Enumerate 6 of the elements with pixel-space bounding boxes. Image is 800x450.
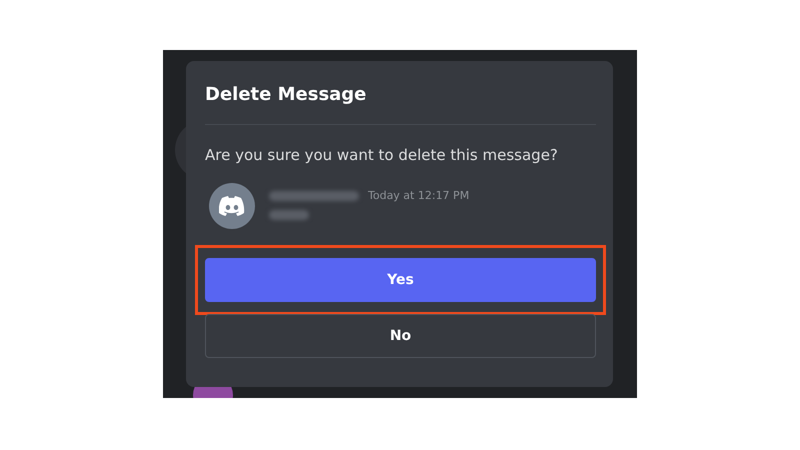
dialog-title: Delete Message	[205, 83, 368, 107]
dialog-question: Are you sure you want to delete this message?	[205, 145, 559, 165]
controller-icon	[219, 196, 245, 216]
no-button[interactable]: No	[205, 314, 596, 358]
message-timestamp: Today at 12:17 PM	[368, 189, 470, 202]
yes-button[interactable]: Yes	[205, 258, 596, 302]
